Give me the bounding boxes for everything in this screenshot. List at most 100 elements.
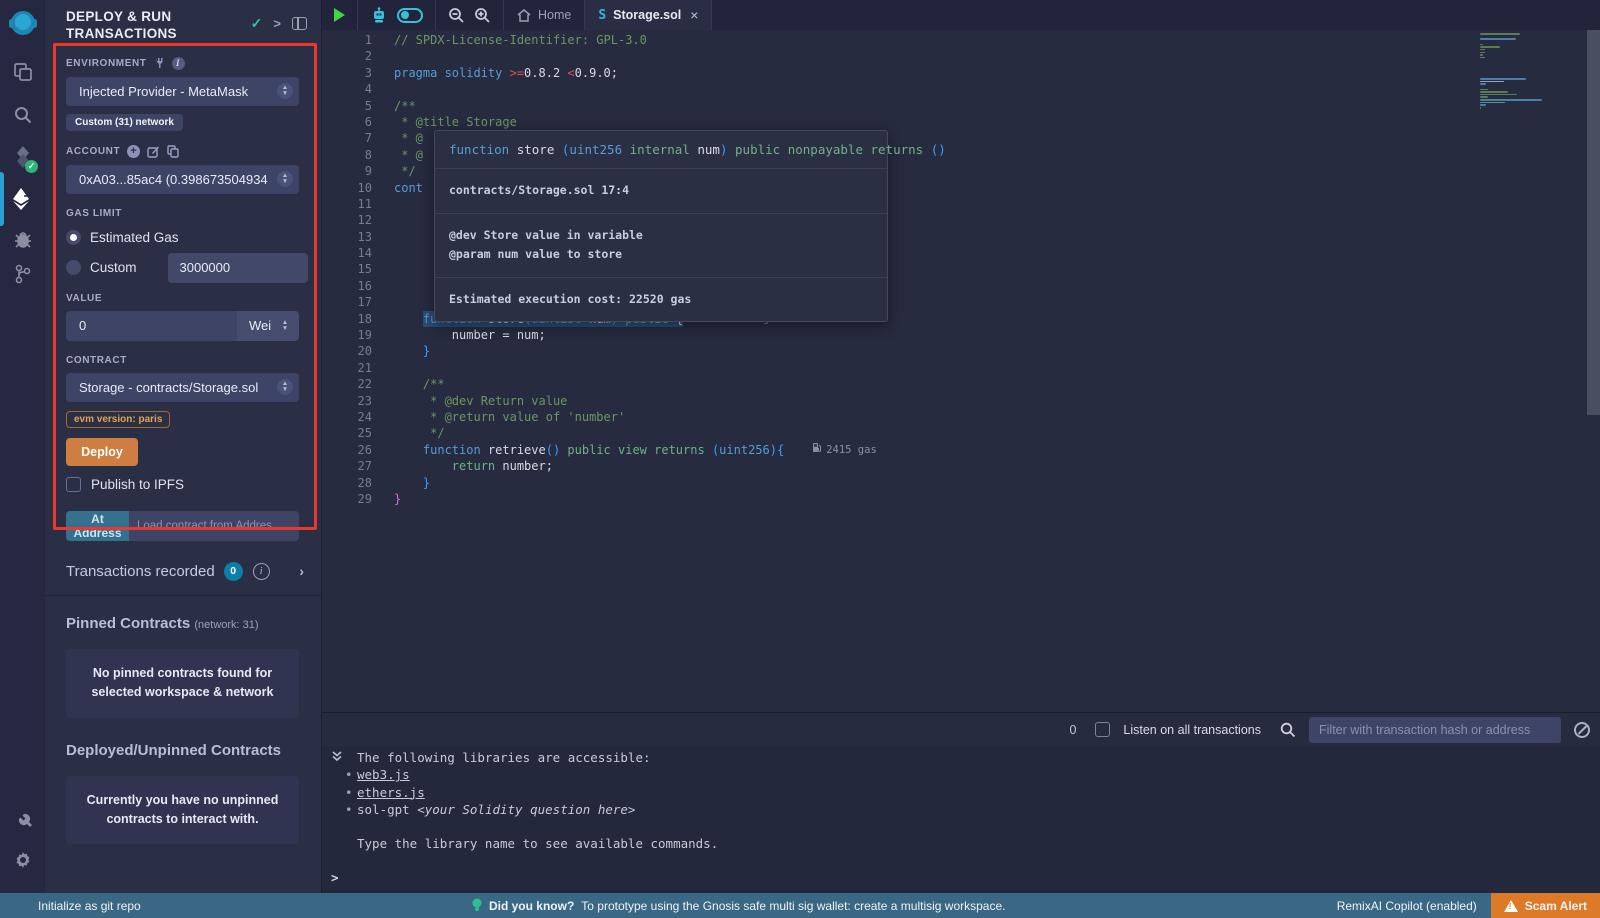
- transactions-recorded-row[interactable]: Transactions recorded 0 i ›: [45, 562, 321, 596]
- listen-transactions-checkbox[interactable]: [1095, 722, 1110, 737]
- search-icon[interactable]: [1280, 722, 1296, 738]
- code-line-21[interactable]: 21: [322, 360, 1470, 376]
- warning-icon: [1504, 900, 1518, 912]
- run-script-button[interactable]: [322, 0, 358, 30]
- collapse-terminal-icon[interactable]: [331, 749, 343, 766]
- environment-select[interactable]: Injected Provider - MetaMask ▲▼: [66, 77, 299, 106]
- code-line-4[interactable]: 4: [322, 81, 1470, 97]
- solidity-compiler-icon[interactable]: ✓: [0, 137, 45, 177]
- value-label: VALUE: [66, 293, 299, 304]
- debugger-icon[interactable]: [0, 219, 45, 259]
- code-line-20[interactable]: 20 }: [322, 343, 1470, 359]
- code-line-22[interactable]: 22 /**: [322, 376, 1470, 392]
- tab-storage-label: Storage.sol: [613, 8, 681, 22]
- zoom-controls[interactable]: [436, 0, 504, 30]
- environment-label: ENVIRONMENT i: [66, 57, 299, 70]
- terminal-library-link[interactable]: ethers.js: [357, 784, 1600, 801]
- code-line-2[interactable]: 2: [322, 48, 1470, 64]
- terminal[interactable]: The following libraries are accessible: …: [322, 746, 1600, 893]
- minimap[interactable]: [1474, 32, 1586, 109]
- code-line-5[interactable]: 5/**: [322, 98, 1470, 114]
- estimated-gas-radio[interactable]: [66, 230, 81, 245]
- search-icon[interactable]: [0, 95, 45, 135]
- code-line-26[interactable]: 26 function retrieve() public view retur…: [322, 442, 1470, 458]
- terminal-library-item: sol-gpt <your Solidity question here>: [357, 801, 1600, 818]
- activity-bar: ✓: [0, 0, 45, 893]
- copilot-status[interactable]: RemixAI Copilot (enabled): [1337, 899, 1477, 913]
- value-unit-select[interactable]: Wei ▲▼: [237, 311, 299, 341]
- tab-storage-sol[interactable]: S Storage.sol ×: [585, 0, 712, 30]
- transaction-filter-input[interactable]: [1309, 717, 1561, 743]
- clear-console-icon[interactable]: [1574, 722, 1590, 738]
- terminal-library-list: web3.jsethers.jssol-gpt <your Solidity q…: [357, 766, 1600, 818]
- play-icon: [334, 8, 345, 22]
- status-bar: Initialize as git repo Did you know? To …: [0, 893, 1600, 918]
- pending-tx-count: 0: [1069, 723, 1076, 737]
- code-line-23[interactable]: 23 * @dev Return value: [322, 393, 1470, 409]
- create-account-icon[interactable]: +: [127, 145, 140, 158]
- home-icon: [517, 9, 531, 22]
- account-select[interactable]: 0xA03...85ac4 (0.398673504934 ▲▼: [66, 165, 299, 194]
- evm-version-badge: evm version: paris: [66, 411, 170, 428]
- tooltip-signature: function store (uint256 internal num) pu…: [435, 131, 887, 169]
- publish-ipfs-checkbox[interactable]: [66, 477, 81, 492]
- chevron-right-icon[interactable]: ›: [299, 563, 304, 579]
- code-line-6[interactable]: 6 * @title Storage: [322, 114, 1470, 130]
- code-line-29[interactable]: 29}: [322, 491, 1470, 507]
- tooltip-location: contracts/Storage.sol 17:4: [435, 169, 887, 214]
- copilot-toggle[interactable]: [397, 8, 423, 23]
- lightbulb-icon: [472, 898, 482, 913]
- zoom-in-icon[interactable]: [474, 7, 491, 24]
- value-input[interactable]: [66, 311, 237, 341]
- git-init-button[interactable]: Initialize as git repo: [0, 899, 141, 913]
- gas-estimate-badge: 2415 gas: [812, 442, 877, 458]
- transactions-count-badge: 0: [224, 562, 243, 581]
- file-explorer-icon[interactable]: [0, 52, 45, 92]
- deploy-run-icon[interactable]: [0, 179, 45, 219]
- pinned-contracts-title: Pinned Contracts (network: 31): [66, 615, 299, 632]
- code-editor[interactable]: 1// SPDX-License-Identifier: GPL-3.023pr…: [322, 30, 1600, 712]
- tab-home-label: Home: [538, 8, 571, 22]
- hover-tooltip: function store (uint256 internal num) pu…: [434, 130, 888, 322]
- deployed-contracts-title: Deployed/Unpinned Contracts: [66, 742, 299, 759]
- at-address-button[interactable]: At Address: [66, 511, 129, 541]
- code-line-25[interactable]: 25 */: [322, 425, 1470, 441]
- copy-icon[interactable]: [167, 145, 179, 158]
- environment-info-icon[interactable]: i: [172, 57, 185, 70]
- account-value: 0xA03...85ac4 (0.398673504934: [79, 172, 268, 187]
- scam-alert-button[interactable]: Scam Alert: [1491, 893, 1600, 918]
- pin-panel-icon[interactable]: [292, 17, 307, 30]
- plugin-manager-icon[interactable]: [0, 800, 45, 840]
- contract-label: CONTRACT: [66, 355, 299, 366]
- chevron-updown-icon: ▲▼: [277, 171, 293, 187]
- custom-gas-radio[interactable]: [66, 260, 81, 275]
- contract-select[interactable]: Storage - contracts/Storage.sol ▲▼: [66, 373, 299, 402]
- tab-home[interactable]: Home: [504, 0, 585, 30]
- sign-message-icon[interactable]: [147, 145, 160, 158]
- panel-expand-icon[interactable]: >: [273, 16, 281, 31]
- code-line-27[interactable]: 27 return number;: [322, 458, 1470, 474]
- git-icon[interactable]: [0, 254, 45, 294]
- deploy-button[interactable]: Deploy: [66, 438, 138, 466]
- terminal-library-link[interactable]: web3.js: [357, 766, 1600, 783]
- settings-icon[interactable]: [0, 840, 45, 880]
- plug-icon[interactable]: [154, 57, 165, 69]
- terminal-prompt[interactable]: >: [331, 869, 339, 886]
- network-badge: Custom (31) network: [66, 114, 183, 131]
- code-line-3[interactable]: 3pragma solidity >=0.8.2 <0.9.0;: [322, 65, 1470, 81]
- code-line-19[interactable]: 19 number = num;: [322, 327, 1470, 343]
- deployed-empty-state: Currently you have no unpinned contracts…: [66, 776, 299, 845]
- transactions-info-icon[interactable]: i: [253, 563, 270, 580]
- code-line-1[interactable]: 1// SPDX-License-Identifier: GPL-3.0: [322, 32, 1470, 48]
- code-line-28[interactable]: 28 }: [322, 475, 1470, 491]
- custom-gas-input[interactable]: [168, 253, 308, 283]
- zoom-out-icon[interactable]: [448, 7, 465, 24]
- editor-scrollbar[interactable]: [1587, 30, 1600, 415]
- remix-ide: ✓: [0, 0, 1600, 918]
- ai-copilot-controls[interactable]: [358, 0, 436, 30]
- close-icon[interactable]: ×: [690, 7, 698, 23]
- code-line-24[interactable]: 24 * @return value of 'number': [322, 409, 1470, 425]
- at-address-input[interactable]: [129, 511, 299, 541]
- panel-check-icon: ✓: [251, 15, 263, 32]
- remix-logo-icon[interactable]: [0, 6, 45, 46]
